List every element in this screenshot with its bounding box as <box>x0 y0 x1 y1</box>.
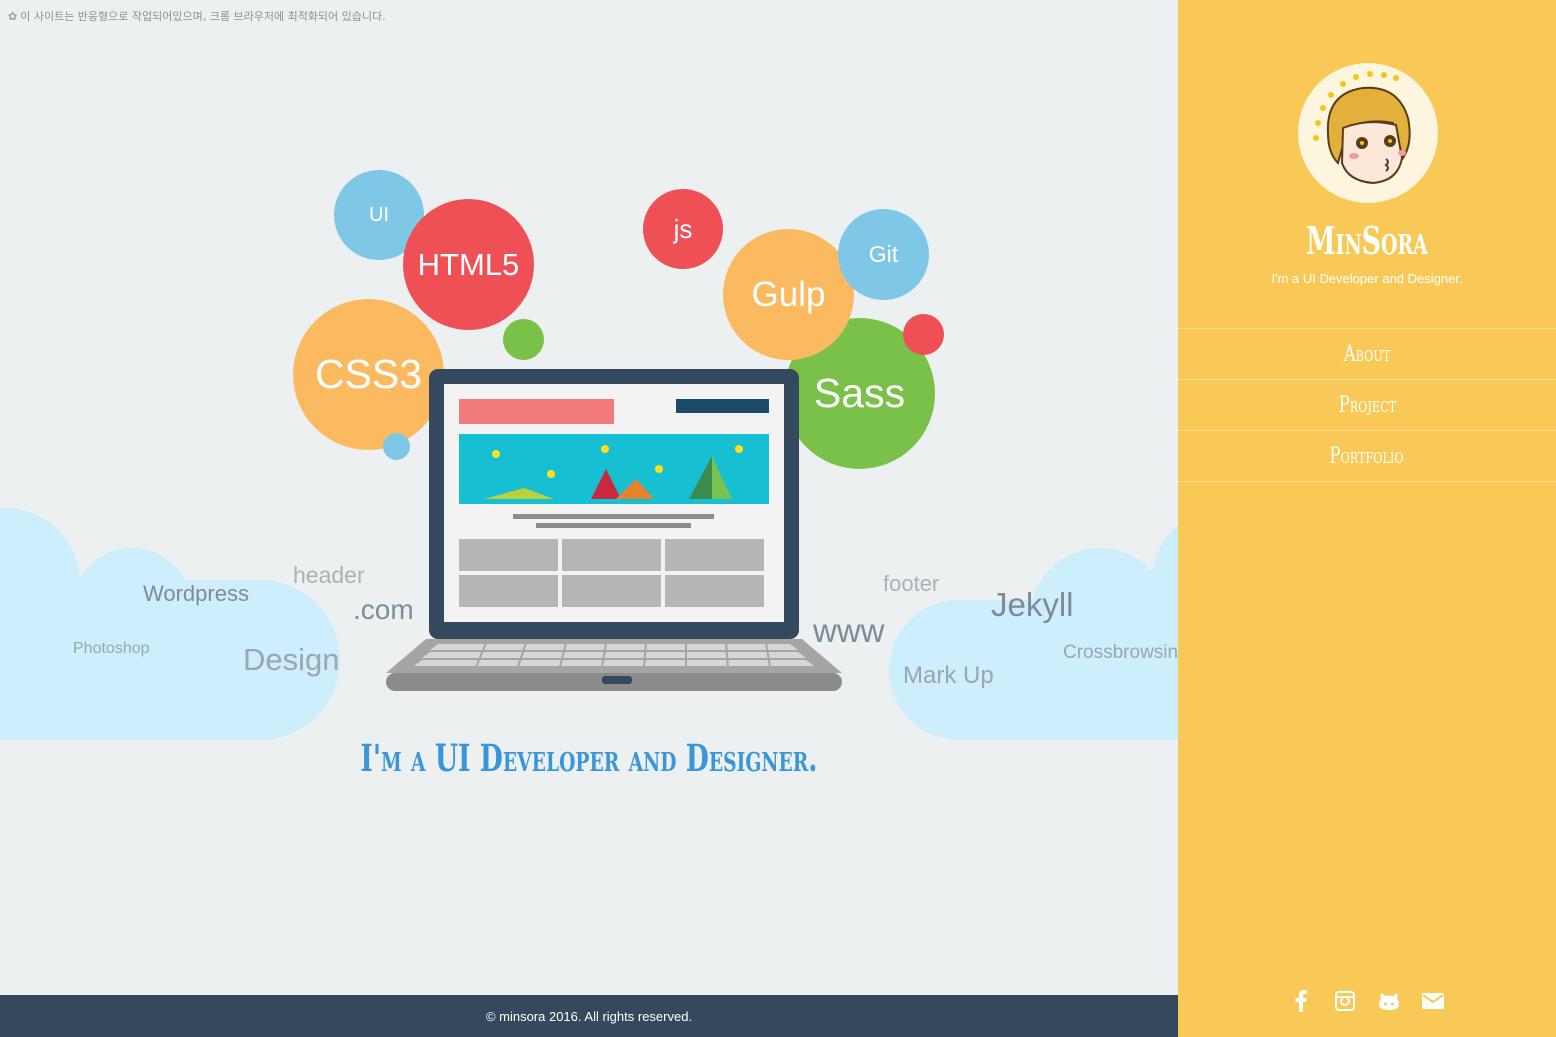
social-links <box>1178 988 1556 1014</box>
decor-dot-blue <box>383 433 410 460</box>
decor-dot-red <box>903 314 944 355</box>
gear-icon: ✿ <box>8 10 18 23</box>
bubble-css3: CSS3 <box>293 299 444 450</box>
nav-item-label: Portfolio <box>1329 443 1405 469</box>
word-wordpress: Wordpress <box>143 581 249 606</box>
bubble-label: js <box>673 213 693 244</box>
word-markup: Mark Up <box>903 662 994 689</box>
bubble-html5: HTML5 <box>403 199 534 330</box>
word-crossbrowsing: Crossbrowsing <box>1063 642 1178 663</box>
brand-subtitle: I'm a UI Developer and Designer. <box>1271 271 1463 286</box>
github-icon[interactable] <box>1377 988 1401 1014</box>
notice-bar: ✿ 이 사이트는 반응형으로 작업되어있으며, 크롬 브라우저에 최적화되어 있습… <box>8 8 386 24</box>
word-footer: footer <box>883 571 940 596</box>
laptop-trackpad <box>602 676 632 684</box>
bubble-gulp: Gulp <box>723 229 854 360</box>
nav-item-portfolio[interactable]: Portfolio <box>1178 431 1556 482</box>
word-com: .com <box>353 594 414 625</box>
bubble-js: js <box>643 189 723 269</box>
sidebar-nav: About Project Portfolio <box>1178 328 1556 482</box>
footer: © minsora 2016. All rights reserved. <box>0 995 1178 1037</box>
laptop-display <box>444 384 784 622</box>
nav-item-about[interactable]: About <box>1178 329 1556 380</box>
instagram-icon[interactable] <box>1333 988 1357 1014</box>
decor-dot-green <box>503 319 544 360</box>
bubble-git: Git <box>838 209 929 300</box>
facebook-icon[interactable] <box>1289 988 1313 1014</box>
word-design: Design <box>243 642 340 677</box>
brand-title: MinSora <box>1306 218 1428 263</box>
copyright-text: © minsora 2016. All rights reserved. <box>485 1008 693 1024</box>
notice-text: 이 사이트는 반응형으로 작업되어있으며, 크롬 브라우저에 최적화되어 있습니… <box>20 10 386 23</box>
bubble-label: Git <box>868 241 899 267</box>
webpage-illustration <box>459 399 769 607</box>
sidebar: MinSora I'm a UI Developer and Designer.… <box>1178 0 1556 1037</box>
word-header: header <box>293 562 365 588</box>
nav-item-project[interactable]: Project <box>1178 380 1556 431</box>
bubble-label: HTML5 <box>417 246 520 282</box>
bubble-label: CSS3 <box>314 351 423 397</box>
hero-tagline: I'm a UI Developer and Designer. <box>360 736 818 780</box>
mail-icon[interactable] <box>1421 988 1445 1014</box>
bubble-label: Gulp <box>751 274 826 314</box>
word-photoshop: Photoshop <box>73 640 150 657</box>
main-area: ✿ 이 사이트는 반응형으로 작업되어있으며, 크롬 브라우저에 최적화되어 있습… <box>0 0 1178 1037</box>
word-jekyll: Jekyll <box>991 586 1074 623</box>
bubble-label: Sass <box>813 370 906 416</box>
avatar-illustration <box>1313 71 1411 185</box>
bubble-label: UI <box>369 203 389 226</box>
nav-item-label: Project <box>1338 392 1396 418</box>
avatar[interactable] <box>1298 63 1438 203</box>
nav-item-label: About <box>1343 341 1391 367</box>
